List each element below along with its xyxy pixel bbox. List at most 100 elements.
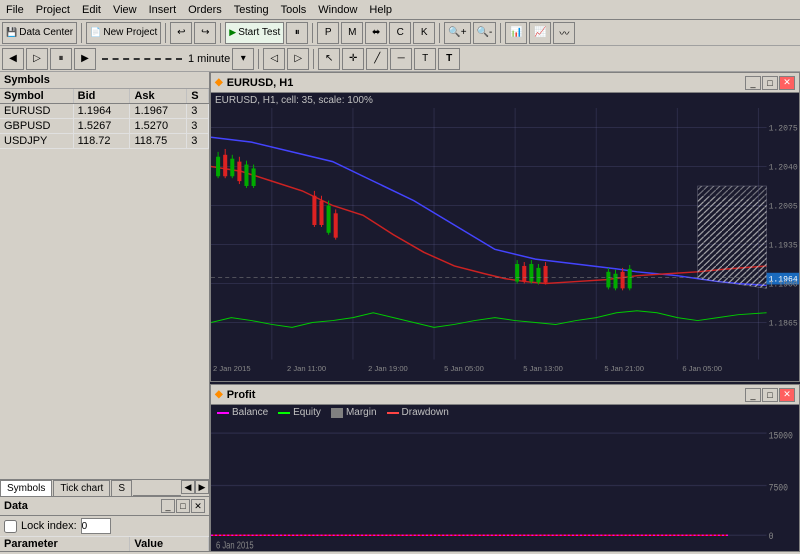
col-ask: Ask <box>130 89 187 104</box>
chart-min-btn[interactable]: _ <box>745 76 761 90</box>
chart-icon: ◆ <box>215 77 223 88</box>
svg-text:1.2005: 1.2005 <box>769 203 798 212</box>
lock-checkbox[interactable] <box>4 520 17 533</box>
timeframe-toolbar: ◀ ▷ ⏸ ▶ 1 minute ▾ ◁ ▷ ↖ ✛ ╱ ─ T T <box>0 46 800 72</box>
svg-text:5 Jan 21:00: 5 Jan 21:00 <box>604 364 644 373</box>
chart-max-btn[interactable]: □ <box>762 76 778 90</box>
chart-type1[interactable]: 📊 <box>505 22 527 44</box>
font-button[interactable]: T <box>438 48 460 70</box>
btn-c[interactable]: C <box>389 22 411 44</box>
svg-text:1.2075: 1.2075 <box>769 125 798 134</box>
toolbar-sep4 <box>312 23 313 43</box>
drawdown-label: Drawdown <box>402 407 449 418</box>
zoom-in-button[interactable]: 🔍+ <box>444 22 470 44</box>
svg-text:2 Jan 11:00: 2 Jan 11:00 <box>287 364 326 373</box>
chart-title: EURUSD, H1 <box>227 77 294 89</box>
text-button[interactable]: T <box>414 48 436 70</box>
menu-orders[interactable]: Orders <box>182 2 228 18</box>
profit-window-btns: _ □ ✕ <box>745 388 795 402</box>
menubar: File Project Edit View Insert Orders Tes… <box>0 0 800 20</box>
tf-pause2-button[interactable]: ⏸ <box>50 48 72 70</box>
table-row[interactable]: USDJPY 118.72 118.75 3 <box>0 134 209 149</box>
newproject-button[interactable]: 📄 New Project <box>86 22 161 44</box>
redo-button[interactable]: ↪ <box>194 22 216 44</box>
bid-cell: 1.1964 <box>73 104 130 119</box>
menu-window[interactable]: Window <box>312 2 363 18</box>
chart-info: EURUSD, H1, cell: 35, scale: 100% <box>211 93 799 108</box>
btn-arrow[interactable]: ⬌ <box>365 22 387 44</box>
svg-text:7500: 7500 <box>769 482 789 494</box>
drawdown-color <box>387 412 399 414</box>
pause-button[interactable]: ⏸ <box>286 22 308 44</box>
svg-text:2 Jan 19:00: 2 Jan 19:00 <box>368 364 408 373</box>
profit-chart-area[interactable]: 15000 7500 0 6 Jan 2015 <box>211 420 799 551</box>
legend-margin: Margin <box>331 407 377 418</box>
ask-cell: 1.1967 <box>130 104 187 119</box>
profit-close-btn[interactable]: ✕ <box>779 388 795 402</box>
svg-text:1.2040: 1.2040 <box>769 164 798 173</box>
menu-insert[interactable]: Insert <box>143 2 183 18</box>
symbol-cell: USDJPY <box>0 134 73 149</box>
profit-max-btn[interactable]: □ <box>762 388 778 402</box>
tab-bar: Symbols Tick chart S ◀ ▶ <box>0 480 209 497</box>
menu-project[interactable]: Project <box>30 2 76 18</box>
toolbar-sep1 <box>81 23 82 43</box>
lock-row: Lock index: <box>0 516 209 537</box>
profit-title-text: ◆ Profit <box>215 389 255 401</box>
crosshair-button[interactable]: ✛ <box>342 48 364 70</box>
undo-button[interactable]: ↩ <box>170 22 192 44</box>
data-close-btn[interactable]: ✕ <box>191 499 205 513</box>
menu-view[interactable]: View <box>107 2 143 18</box>
line-button[interactable]: ╱ <box>366 48 388 70</box>
chart-svg: 1.1964 1.2075 1.2040 1.2005 1.1935 1.190… <box>211 108 799 381</box>
chart-area[interactable]: 1.1964 1.2075 1.2040 1.2005 1.1935 1.190… <box>211 108 799 381</box>
tf-play-button[interactable]: ▷ <box>26 48 48 70</box>
table-row[interactable]: GBPUSD 1.5267 1.5270 3 <box>0 119 209 134</box>
datacenter-button[interactable]: 💾 Data Center <box>2 22 77 44</box>
toolbar-sep2 <box>165 23 166 43</box>
s-cell: 3 <box>187 134 209 149</box>
profit-min-btn[interactable]: _ <box>745 388 761 402</box>
tab-symbols[interactable]: Symbols <box>0 480 52 496</box>
menu-edit[interactable]: Edit <box>76 2 107 18</box>
param-table: Parameter Value <box>0 537 209 552</box>
profit-window: ◆ Profit _ □ ✕ Balance Equity <box>210 384 800 552</box>
menu-file[interactable]: File <box>0 2 30 18</box>
menu-testing[interactable]: Testing <box>228 2 275 18</box>
col-bid: Bid <box>73 89 130 104</box>
lock-input[interactable] <box>81 518 111 534</box>
tf-right-arrow[interactable]: ▷ <box>287 48 309 70</box>
s-cell: 3 <box>187 104 209 119</box>
tf-back-button[interactable]: ◀ <box>2 48 24 70</box>
btn-m[interactable]: M <box>341 22 363 44</box>
cursor-button[interactable]: ↖ <box>318 48 340 70</box>
btn-k[interactable]: K <box>413 22 435 44</box>
left-arrow-btn[interactable]: ◀ <box>181 480 195 494</box>
menu-tools[interactable]: Tools <box>275 2 313 18</box>
data-min-btn[interactable]: _ <box>161 499 175 513</box>
legend-drawdown: Drawdown <box>387 407 449 418</box>
data-section-header: Data _ □ ✕ <box>0 497 209 516</box>
right-arrow-btn[interactable]: ▶ <box>195 480 209 494</box>
tab-tickchart[interactable]: Tick chart <box>53 480 110 496</box>
profit-icon: ◆ <box>215 389 223 400</box>
chart-type2[interactable]: 📈 <box>529 22 551 44</box>
toolbar-sep3 <box>220 23 221 43</box>
zoom-out-button[interactable]: 🔍- <box>473 22 497 44</box>
right-panel: ◆ EURUSD, H1 _ □ ✕ EURUSD, H1, cell: 35,… <box>210 72 800 552</box>
tf-fwd-button[interactable]: ▶ <box>74 48 96 70</box>
tf-left-arrow[interactable]: ◁ <box>263 48 285 70</box>
starttest-button[interactable]: ▶ Start Test <box>225 22 284 44</box>
balance-label: Balance <box>232 407 268 418</box>
menu-help[interactable]: Help <box>363 2 398 18</box>
tab-s[interactable]: S <box>111 480 132 496</box>
chart-type3[interactable]: 〰 <box>553 22 575 44</box>
data-max-btn[interactable]: □ <box>176 499 190 513</box>
table-row[interactable]: EURUSD 1.1964 1.1967 3 <box>0 104 209 119</box>
svg-text:0: 0 <box>769 530 774 542</box>
btn-p[interactable]: P <box>317 22 339 44</box>
chart-close-btn[interactable]: ✕ <box>779 76 795 90</box>
hline-button[interactable]: ─ <box>390 48 412 70</box>
tf-dropdown[interactable]: ▾ <box>232 48 254 70</box>
s-cell: 3 <box>187 119 209 134</box>
